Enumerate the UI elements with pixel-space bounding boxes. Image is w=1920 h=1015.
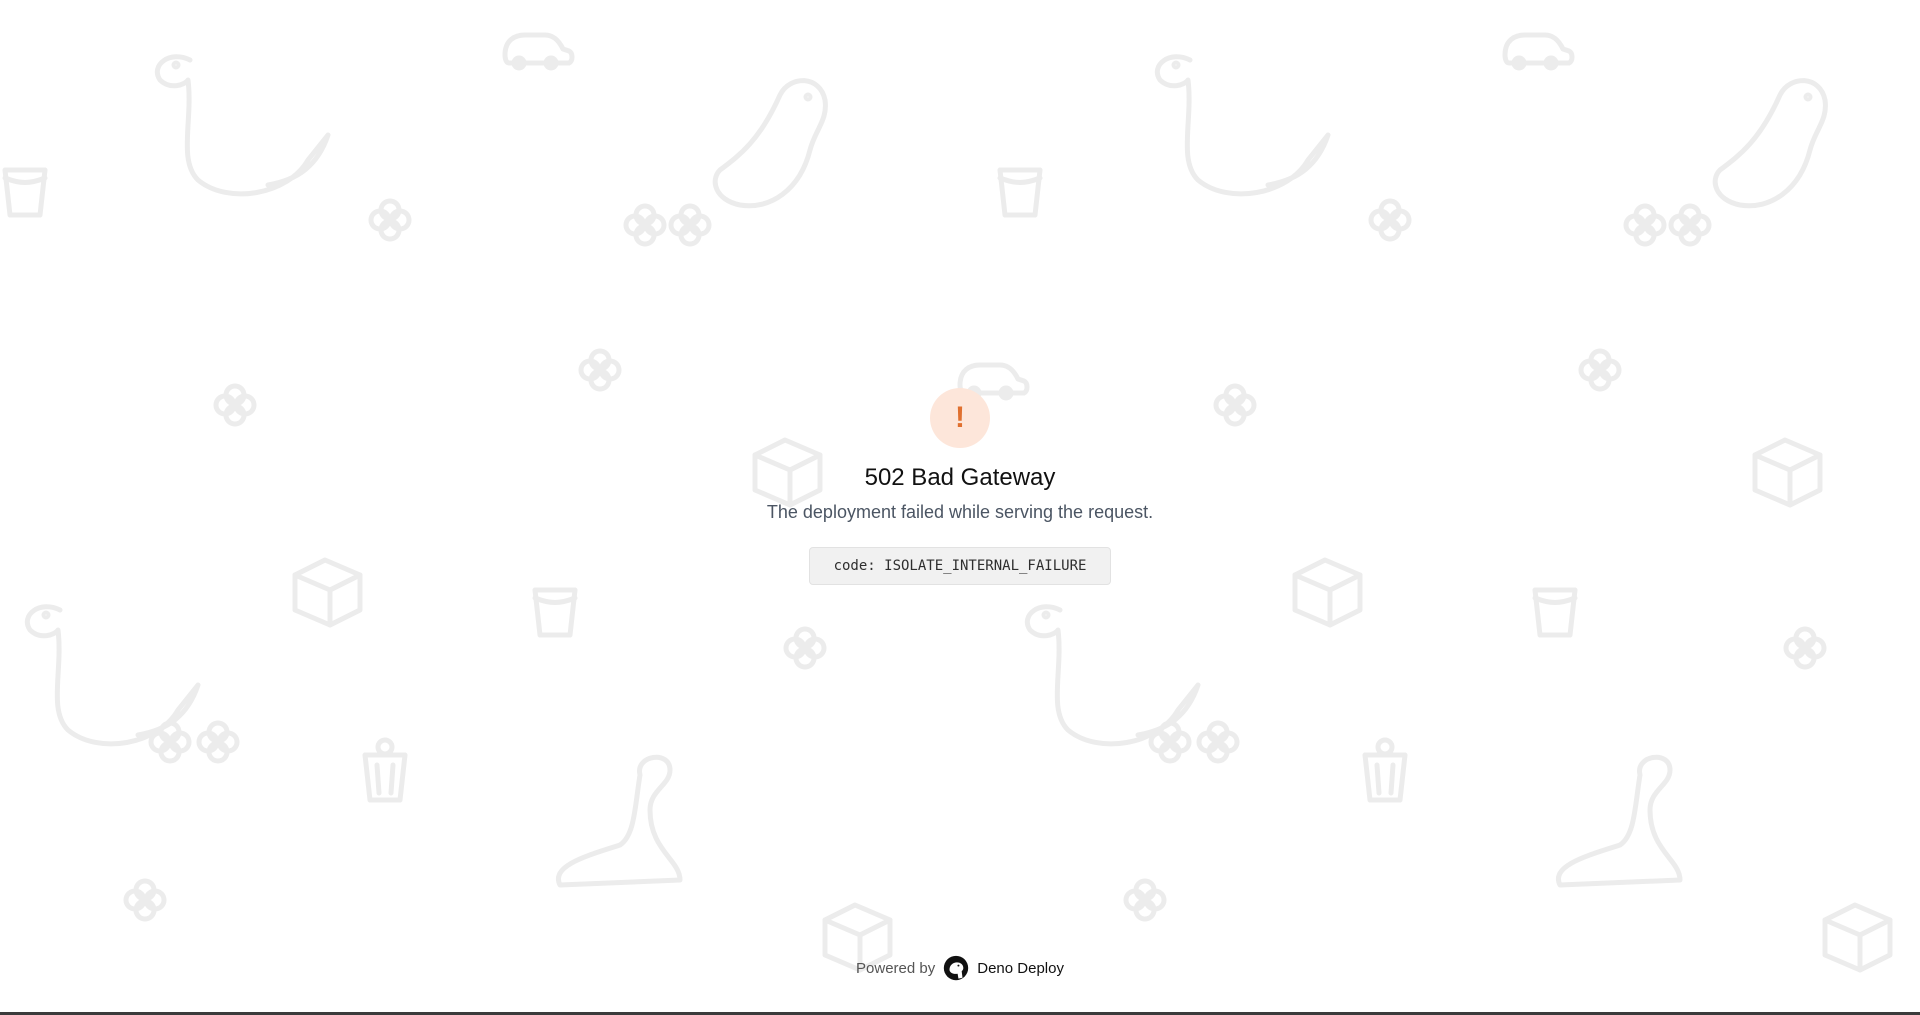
exclamation-icon: ! [930, 388, 990, 448]
error-code: code: ISOLATE_INTERNAL_FAILURE [808, 547, 1112, 585]
deno-deploy-link[interactable]: Deno Deploy [943, 955, 1064, 981]
deno-deploy-label: Deno Deploy [977, 959, 1064, 977]
footer: Powered by Deno Deploy [0, 955, 1920, 981]
powered-by-label: Powered by [856, 959, 936, 977]
error-description: The deployment failed while serving the … [766, 502, 1154, 522]
error-title: 502 Bad Gateway [864, 464, 1056, 491]
error-panel: ! 502 Bad Gateway The deployment failed … [0, 388, 1920, 585]
deno-logo-icon [944, 955, 969, 981]
error-page: ! 502 Bad Gateway The deployment failed … [0, 0, 1920, 1015]
